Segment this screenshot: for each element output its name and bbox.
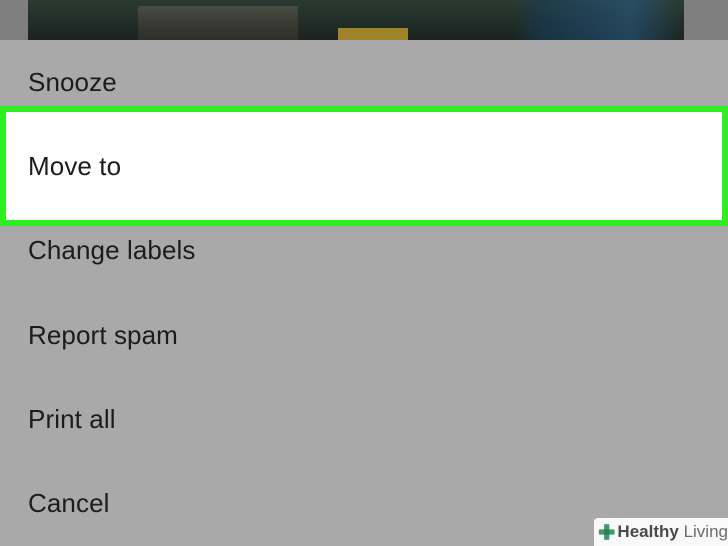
menu-item-label: Move to [28,150,122,181]
menu-item-label: Cancel [28,487,110,518]
brand-name: Healthy Living [617,522,728,542]
menu-item-report-spam[interactable]: Report spam [0,293,728,377]
menu-item-label: Snooze [28,66,117,97]
brand-name-bold: Healthy [617,522,679,541]
brand-name-light: Living [683,522,728,541]
menu-item-print-all[interactable]: Print all [0,377,728,461]
menu-item-label: Print all [28,403,116,434]
action-sheet: Snooze Move to Change labels Report spam… [0,40,728,546]
brand-watermark: Healthy Living [594,518,728,546]
menu-item-change-labels[interactable]: Change labels [0,208,728,292]
menu-item-label: Change labels [28,234,196,265]
menu-item-label: Report spam [28,319,178,350]
game-screenshot-background [28,0,684,40]
plus-cross-icon [598,524,615,540]
background-image-strip [0,0,728,40]
